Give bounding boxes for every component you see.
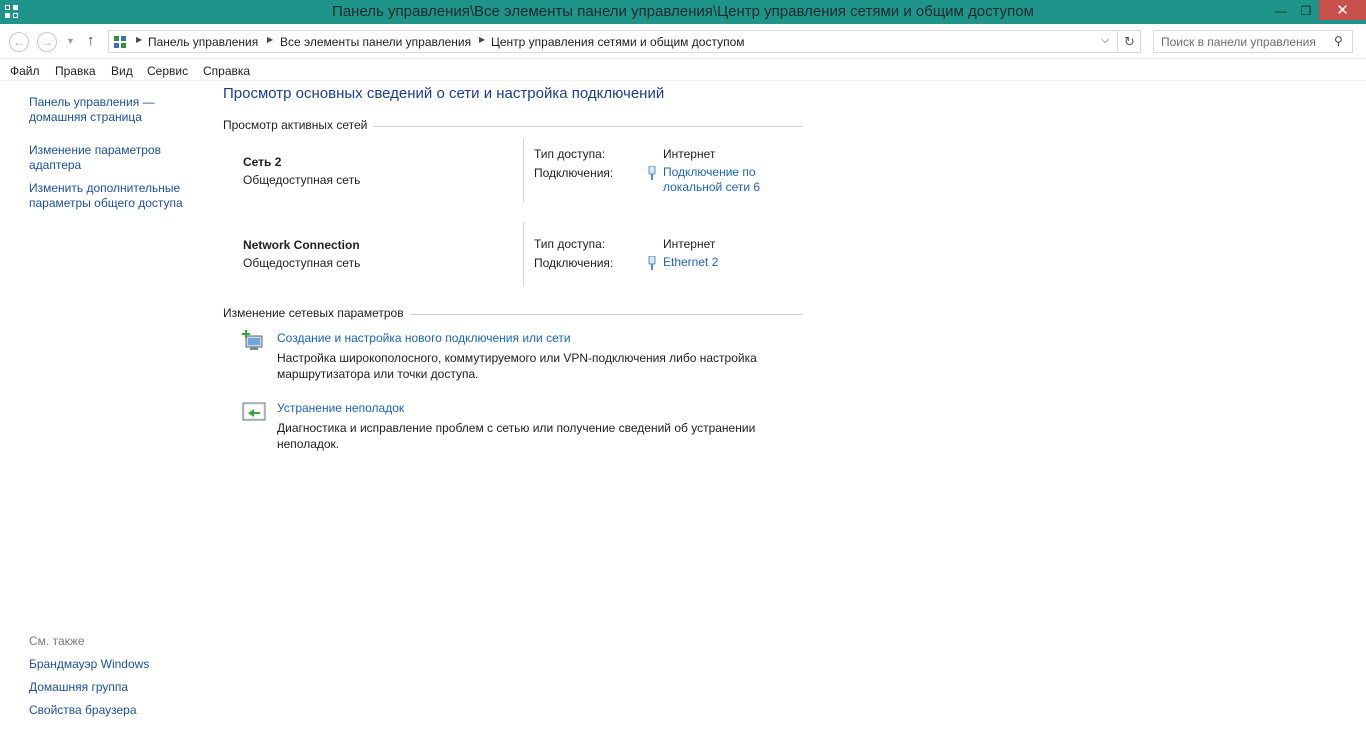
advanced-sharing-settings-link[interactable]: Изменить дополнительные параметры общего …: [29, 181, 183, 211]
see-also-heading: См. также: [29, 634, 85, 648]
menu-bar: Файл Правка Вид Сервис Справка: [0, 60, 1366, 81]
network-name: Network Connection: [243, 238, 360, 252]
connections-label: Подключения:: [534, 256, 614, 270]
access-type-value: Интернет: [663, 237, 716, 251]
forward-button[interactable]: →: [37, 32, 57, 52]
control-panel-location-icon: [114, 36, 126, 48]
new-connection-link[interactable]: Создание и настройка нового подключения …: [277, 331, 571, 345]
search-input[interactable]: [1154, 31, 1326, 52]
breadcrumb-separator-icon[interactable]: ▶: [136, 35, 142, 44]
breadcrumb-separator-icon[interactable]: ▶: [479, 35, 485, 44]
maximize-button[interactable]: ❐: [1293, 0, 1319, 21]
breadcrumb-control-panel[interactable]: Панель управления: [148, 35, 258, 49]
breadcrumb-network-center[interactable]: Центр управления сетями и общим доступом: [491, 35, 745, 49]
page-title: Просмотр основных сведений о сети и наст…: [223, 85, 665, 102]
windows-firewall-link[interactable]: Брандмауэр Windows: [29, 657, 149, 672]
troubleshoot-link[interactable]: Устранение неполадок: [277, 401, 404, 415]
menu-help[interactable]: Справка: [203, 64, 250, 78]
up-button[interactable]: ↑: [87, 32, 95, 49]
new-connection-icon: [242, 330, 263, 350]
search-icon[interactable]: ⚲: [1334, 34, 1343, 48]
menu-file[interactable]: Файл: [10, 64, 40, 78]
breadcrumb-all-items[interactable]: Все элементы панели управления: [280, 35, 471, 49]
address-bar[interactable]: ▶ Панель управления ▶ Все элементы панел…: [108, 30, 1141, 53]
network-name: Сеть 2: [243, 155, 282, 169]
access-type-value: Интернет: [663, 147, 716, 161]
connection-link-local-6[interactable]: Подключение по локальной сети 6: [663, 165, 760, 195]
ethernet-connection-icon: [648, 256, 656, 270]
window-title: Панель управления\Все элементы панели уп…: [332, 3, 1034, 20]
recent-locations-icon[interactable]: ▼: [66, 36, 75, 46]
new-connection-description: Настройка широкополосного, коммутируемог…: [277, 351, 757, 381]
title-bar: Панель управления\Все элементы панели уп…: [0, 0, 1366, 24]
active-networks-heading: Просмотр активных сетей: [223, 118, 374, 132]
breadcrumb-separator-icon[interactable]: ▶: [267, 35, 273, 44]
change-settings-heading: Изменение сетевых параметров: [223, 306, 410, 320]
back-button[interactable]: ←: [9, 32, 29, 52]
access-type-label: Тип доступа:: [534, 147, 606, 161]
access-type-label: Тип доступа:: [534, 237, 606, 251]
control-panel-home-link[interactable]: Панель управления — домашняя страница: [29, 95, 155, 125]
change-adapter-settings-link[interactable]: Изменение параметров адаптера: [29, 143, 161, 173]
navigation-bar: ← → ▼ ↑ ▶ Панель управления ▶ Все элемен…: [0, 24, 1366, 59]
connection-link-ethernet-2[interactable]: Ethernet 2: [663, 255, 718, 270]
refresh-button[interactable]: ↻: [1117, 30, 1141, 53]
address-dropdown-icon[interactable]: ⌵: [1101, 34, 1109, 47]
homegroup-link[interactable]: Домашняя группа: [29, 680, 128, 695]
network-category: Общедоступная сеть: [243, 173, 361, 187]
minimize-button[interactable]: —: [1268, 0, 1294, 21]
menu-tools[interactable]: Сервис: [147, 64, 188, 78]
menu-edit[interactable]: Правка: [55, 64, 96, 78]
troubleshoot-description: Диагностика и исправление проблем с сеть…: [277, 421, 756, 451]
divider: [523, 139, 524, 203]
internet-options-link[interactable]: Свойства браузера: [29, 703, 137, 718]
connections-label: Подключения:: [534, 166, 614, 180]
ethernet-connection-icon: [648, 166, 656, 180]
troubleshoot-icon: [242, 402, 266, 421]
network-category: Общедоступная сеть: [243, 256, 361, 270]
menu-view[interactable]: Вид: [111, 64, 133, 78]
close-button[interactable]: ✕: [1319, 0, 1366, 20]
search-box: ⚲: [1153, 30, 1353, 53]
divider: [523, 222, 524, 286]
